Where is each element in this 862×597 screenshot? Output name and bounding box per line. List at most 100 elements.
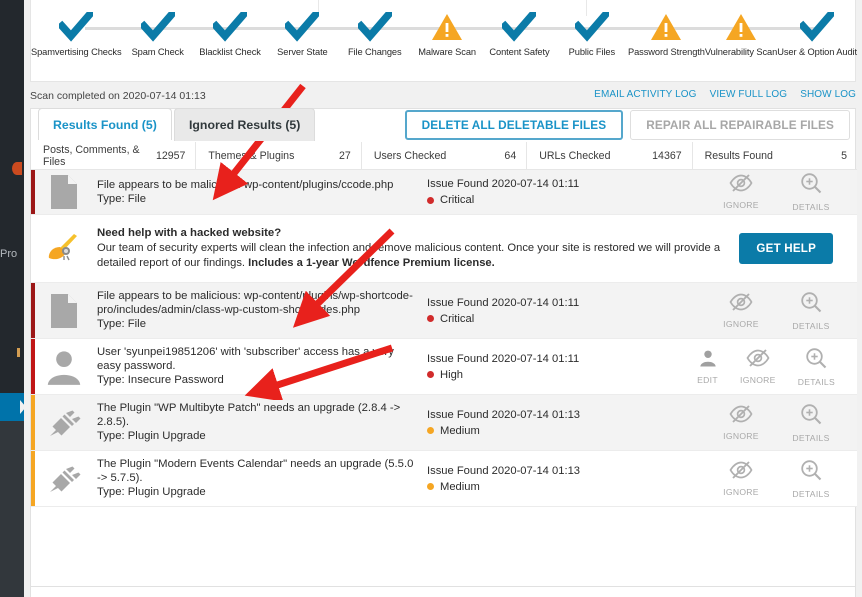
scan-stage: File Changes [302,10,411,58]
issue-row-list: File appears to be malicious: wp-content… [31,170,857,507]
log-link[interactable]: SHOW LOG [800,89,856,100]
stage-label: Malware Scan [418,47,476,57]
severity-bar [31,283,35,338]
table-row[interactable]: The Plugin "WP Multibyte Patch" needs an… [31,395,857,451]
stat-cell: URLs Checked 14367 [526,142,691,169]
user-icon [31,339,97,394]
next-panel-stub [30,586,856,597]
issue-meta: Issue Found 2020-07-14 01:13 Medium [427,451,697,506]
action-label: IGNORE [723,200,759,210]
action-edit[interactable]: EDIT [697,349,718,385]
promo-body: Our team of security experts will clean … [97,241,725,271]
scan-stage: Password Strength [589,10,705,58]
action-label: DETAILS [792,320,830,331]
row-actions: IGNORE DETAILS [697,451,857,506]
action-label: DETAILS [797,376,835,387]
issue-found-date: Issue Found 2020-07-14 01:13 [427,408,581,421]
magnify-plus-icon [800,403,822,430]
issue-meta: Issue Found 2020-07-14 01:11 High [427,339,697,394]
row-actions: EDIT IGNORE DETAILS [697,339,857,394]
stat-value: 27 [339,149,351,162]
severity-dot [427,315,434,322]
tab-results-found[interactable]: Results Found (5) [38,108,172,141]
check-icon [355,10,395,44]
stat-label: Results Found [704,149,773,162]
severity-dot [427,483,434,490]
bulk-action-buttons: DELETE ALL DELETABLE FILES REPAIR ALL RE… [404,110,850,140]
scan-stage: Vulnerability Scan [668,10,777,58]
action-label: IGNORE [723,486,759,497]
action-details[interactable]: DETAILS [787,459,835,499]
hacked-site-promo: Need help with a hacked website? Our team… [31,215,857,283]
issue-type: Type: File [97,192,146,205]
scan-status-line: Scan completed on 2020-07-14 01:13 EMAIL… [30,88,856,108]
broom-icon [31,233,97,265]
action-label: DETAILS [792,202,830,212]
check-icon [499,10,539,44]
issue-title: The Plugin "WP Multibyte Patch" needs an… [97,402,401,428]
eye-slash-icon [729,460,753,484]
scan-stage: Server State [230,10,338,58]
row-actions: IGNORE DETAILS [697,283,857,338]
scan-stage: Blacklist Check [157,10,266,58]
table-row[interactable]: File appears to be malicious: wp-content… [31,170,857,215]
severity-label: Critical [440,312,475,325]
stat-value: 5 [841,149,848,162]
sidebar-item-label-pro: Pro [0,248,18,260]
severity-bar [31,170,35,214]
table-row[interactable]: User 'syunpei19851206' with 'subscriber'… [31,339,857,395]
severity-dot [427,427,434,434]
row-actions: IGNORE DETAILS [697,170,857,214]
action-label: IGNORE [740,374,776,385]
sidebar-amber-marker [17,348,20,357]
table-row[interactable]: File appears to be malicious: wp-content… [31,283,857,339]
action-details[interactable]: DETAILS [787,291,835,331]
action-details[interactable]: DETAILS [787,403,835,443]
repair-all-repairable-files-button[interactable]: REPAIR ALL REPAIRABLE FILES [630,110,850,140]
table-row[interactable]: The Plugin "Modern Events Calendar" need… [31,451,857,507]
stage-label: Spam Check [131,47,184,57]
scan-stage: Spamvertising Checks [31,10,122,58]
status-badge: Critical [427,311,697,327]
log-link[interactable]: EMAIL ACTIVITY LOG [594,89,696,100]
stage-label: Password Strength [628,47,705,57]
wp-admin-sidebar: Pro [0,0,26,597]
warning-triangle-icon [427,10,467,44]
magnify-plus-icon [800,172,822,199]
promo-heading: Need help with a hacked website? [97,227,282,239]
action-ignore[interactable]: IGNORE [717,292,765,329]
action-ignore[interactable]: IGNORE [740,348,776,385]
stage-label: Blacklist Check [199,47,261,57]
stat-label: Users Checked [373,149,447,162]
stat-value: 14367 [652,149,682,162]
scan-stage: Content Safety [447,10,555,58]
plug-icon [31,451,97,506]
status-badge: High [427,367,697,383]
action-label: EDIT [697,374,718,385]
issue-description: The Plugin "WP Multibyte Patch" needs an… [97,395,427,450]
stage-label: Spamvertising Checks [31,47,122,57]
scan-stage: Malware Scan [374,10,483,58]
tab-ignored-results[interactable]: Ignored Results (5) [174,108,316,141]
action-ignore[interactable]: IGNORE [717,404,765,441]
admin-content-wrap: Spamvertising Checks Spam Check Blacklist … [24,0,862,597]
promo-body-bold: Includes a 1-year Wordfence Premium lice… [248,257,495,269]
stage-label: Public Files [568,47,615,57]
action-ignore[interactable]: IGNORE [717,174,765,210]
log-link[interactable]: VIEW FULL LOG [710,89,788,100]
issue-title: File appears to be malicious: wp-content… [97,178,394,191]
action-label: DETAILS [792,488,830,499]
action-details[interactable]: DETAILS [798,347,835,387]
issue-meta: Issue Found 2020-07-14 01:13 Medium [427,395,697,450]
get-help-button[interactable]: GET HELP [739,233,833,264]
action-ignore[interactable]: IGNORE [717,460,765,497]
action-details[interactable]: DETAILS [787,172,835,212]
delete-all-deletable-files-button[interactable]: DELETE ALL DELETABLE FILES [404,110,624,140]
active-tab-underline [38,140,174,141]
scan-stage: Public Files [519,10,628,58]
action-label: DETAILS [792,432,830,443]
warning-triangle-icon [646,10,686,44]
status-badge: Medium [427,479,697,495]
severity-bar [31,339,35,394]
issue-found-date: Issue Found 2020-07-14 01:11 [427,296,580,309]
